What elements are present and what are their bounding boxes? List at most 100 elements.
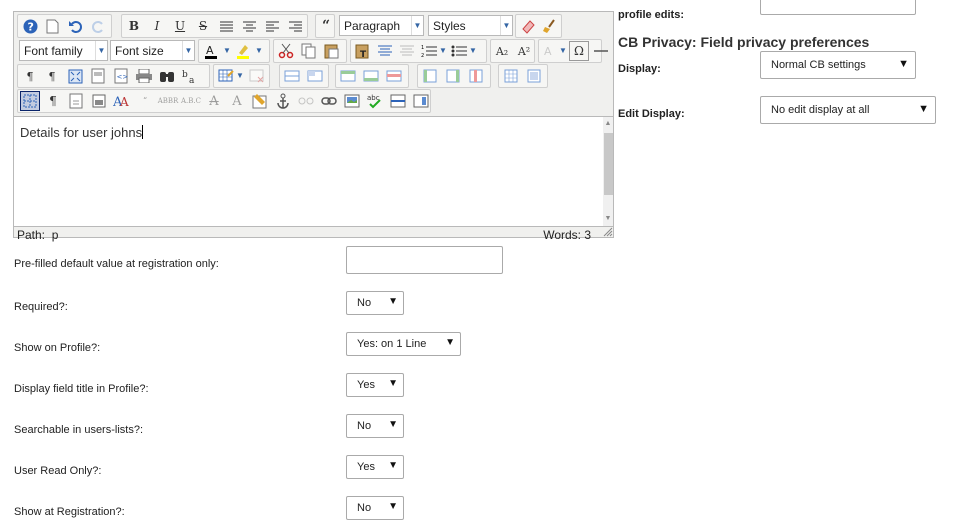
numbered-list-icon[interactable]: 12 bbox=[419, 41, 439, 61]
unlink-icon[interactable] bbox=[296, 91, 316, 111]
anchor-icon[interactable] bbox=[273, 91, 293, 111]
highlight-color-icon[interactable] bbox=[233, 41, 253, 61]
underline-icon[interactable]: U bbox=[170, 16, 190, 36]
delete-table-icon[interactable] bbox=[247, 66, 267, 86]
fullscreen-icon[interactable] bbox=[65, 66, 85, 86]
strikethrough-icon[interactable]: S bbox=[193, 16, 213, 36]
chevron-down-icon[interactable]: ▼ bbox=[559, 46, 567, 55]
new-document-icon[interactable] bbox=[42, 16, 62, 36]
split-cells-icon[interactable] bbox=[501, 66, 521, 86]
delete-col-icon[interactable] bbox=[466, 66, 486, 86]
acronym-icon[interactable]: A.B.C bbox=[181, 91, 201, 111]
layout-icon[interactable] bbox=[411, 91, 431, 111]
chevron-down-icon[interactable]: ▼ bbox=[223, 46, 231, 55]
prefilled-input[interactable] bbox=[346, 246, 503, 274]
link-icon[interactable] bbox=[319, 91, 339, 111]
print-icon[interactable] bbox=[134, 66, 154, 86]
abbr-icon[interactable]: ABBR bbox=[158, 91, 179, 111]
insert-row-before-icon[interactable] bbox=[338, 66, 358, 86]
editor-content-area[interactable]: Details for user johns bbox=[14, 116, 603, 227]
replace-icon[interactable]: ba bbox=[180, 66, 200, 86]
font-size-select[interactable]: Font size ▼ bbox=[110, 40, 195, 61]
styles-select[interactable]: Styles ▼ bbox=[428, 15, 513, 36]
paste-text-icon[interactable]: T bbox=[353, 41, 373, 61]
delete-text-icon[interactable]: A bbox=[204, 91, 224, 111]
scrollbar-thumb[interactable] bbox=[604, 133, 613, 195]
toolbar-group-table: ▼ bbox=[213, 64, 270, 88]
align-right-icon[interactable] bbox=[285, 16, 305, 36]
text-color-icon[interactable]: A bbox=[201, 41, 221, 61]
cut-icon[interactable] bbox=[276, 41, 296, 61]
font-style-icon[interactable]: A bbox=[540, 41, 560, 61]
delete-row-icon[interactable] bbox=[384, 66, 404, 86]
insert-text-icon[interactable]: A bbox=[227, 91, 247, 111]
cite-icon[interactable]: “ bbox=[135, 91, 155, 111]
subscript-icon[interactable]: A₂ bbox=[492, 41, 512, 61]
forbidden-words-input[interactable] bbox=[760, 0, 916, 15]
align-left-icon[interactable] bbox=[262, 16, 282, 36]
row-props-icon[interactable] bbox=[282, 66, 302, 86]
chevron-down-icon[interactable]: ▼ bbox=[439, 46, 447, 55]
find-icon[interactable] bbox=[157, 66, 177, 86]
page-break-icon[interactable] bbox=[388, 91, 408, 111]
chevron-down-icon[interactable]: ▼ bbox=[469, 46, 477, 55]
required-select[interactable]: No ▼ bbox=[346, 291, 404, 315]
resize-handle-icon[interactable] bbox=[603, 227, 613, 237]
editor-scrollbar[interactable]: ▲ ▼ bbox=[603, 116, 613, 227]
insert-col-before-icon[interactable] bbox=[420, 66, 440, 86]
chevron-down-icon[interactable]: ▼ bbox=[255, 46, 263, 55]
visual-aid-icon[interactable] bbox=[20, 91, 40, 111]
read-only-select[interactable]: Yes ▼ bbox=[346, 455, 404, 479]
edit-display-select[interactable]: No edit display at all ▼ bbox=[760, 96, 936, 124]
align-center-icon[interactable] bbox=[239, 16, 259, 36]
insert-row-after-icon[interactable] bbox=[361, 66, 381, 86]
ltr-icon[interactable]: ¶ bbox=[20, 66, 40, 86]
del-glyph: A bbox=[209, 93, 219, 109]
styleprops-icon[interactable]: AA bbox=[112, 91, 132, 111]
image-icon[interactable] bbox=[342, 91, 362, 111]
insert-col-after-icon[interactable] bbox=[443, 66, 463, 86]
eraser-icon[interactable] bbox=[518, 16, 538, 36]
redo-icon[interactable] bbox=[88, 16, 108, 36]
cleanup-icon[interactable] bbox=[540, 16, 560, 36]
bullet-list-icon[interactable] bbox=[449, 41, 469, 61]
show-registration-select[interactable]: No ▼ bbox=[346, 496, 404, 520]
display-select[interactable]: Normal CB settings ▼ bbox=[760, 51, 916, 79]
template-icon[interactable] bbox=[88, 66, 108, 86]
show-blocks-icon[interactable]: ¶ bbox=[43, 91, 63, 111]
cell-props-icon[interactable] bbox=[305, 66, 325, 86]
svg-text:1: 1 bbox=[421, 45, 424, 51]
font-family-select[interactable]: Font family ▼ bbox=[19, 40, 108, 61]
attributes-icon[interactable] bbox=[250, 91, 270, 111]
show-on-profile-select[interactable]: Yes: on 1 Line ▼ bbox=[346, 332, 461, 356]
privacy-section-title: CB Privacy: Field privacy preferences bbox=[618, 34, 870, 50]
paste-icon[interactable] bbox=[322, 41, 342, 61]
block-format-select[interactable]: Paragraph ▼ bbox=[339, 15, 424, 36]
blockquote-icon[interactable]: “ bbox=[316, 16, 336, 36]
select-all-icon[interactable] bbox=[397, 41, 417, 61]
insert-table-icon[interactable] bbox=[216, 66, 236, 86]
omega-icon[interactable]: Ω bbox=[569, 41, 589, 61]
italic-icon[interactable]: I bbox=[147, 16, 167, 36]
align-justify-icon[interactable] bbox=[216, 16, 236, 36]
undo-icon[interactable] bbox=[65, 16, 85, 36]
toolbar-group-merge bbox=[498, 64, 548, 88]
bold-icon[interactable]: B bbox=[124, 16, 144, 36]
rtl-icon[interactable]: ¶ bbox=[42, 66, 62, 86]
chevron-down-icon[interactable]: ▼ bbox=[236, 71, 244, 80]
scroll-down-icon[interactable]: ▼ bbox=[603, 214, 613, 224]
scroll-up-icon[interactable]: ▲ bbox=[603, 119, 613, 129]
spellcheck-icon[interactable]: abc bbox=[365, 91, 385, 111]
insert-file-icon[interactable] bbox=[66, 91, 86, 111]
superscript-icon[interactable]: A² bbox=[514, 41, 534, 61]
source-code-icon[interactable]: <> bbox=[111, 66, 131, 86]
copy-icon[interactable] bbox=[299, 41, 319, 61]
searchable-select[interactable]: No ▼ bbox=[346, 414, 404, 438]
insert-layer-icon[interactable] bbox=[89, 91, 109, 111]
horizontal-rule-icon[interactable] bbox=[591, 41, 611, 61]
help-icon[interactable]: ? bbox=[20, 16, 40, 36]
display-title-select[interactable]: Yes ▼ bbox=[346, 373, 404, 397]
path-value[interactable]: p bbox=[52, 228, 59, 242]
paste-word-icon[interactable] bbox=[375, 41, 395, 61]
merge-cells-icon[interactable] bbox=[524, 66, 544, 86]
